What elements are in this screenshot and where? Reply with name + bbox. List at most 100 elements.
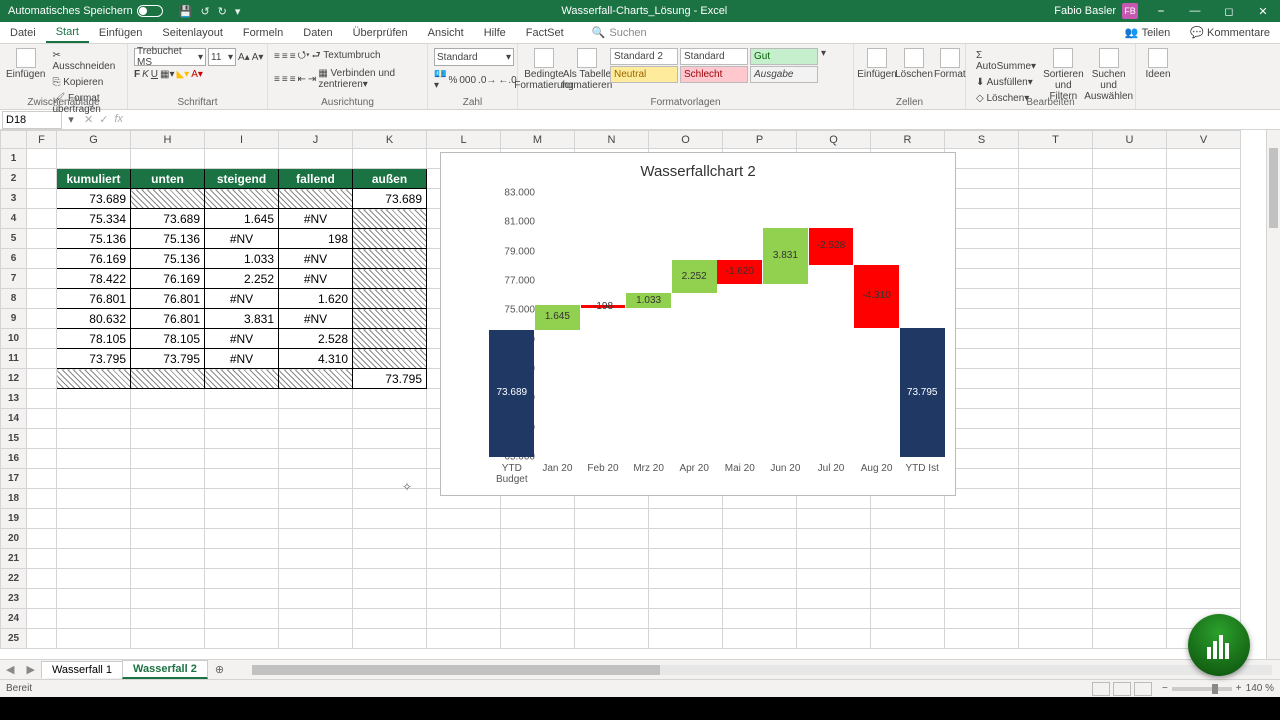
cell-U15[interactable] xyxy=(1093,429,1167,449)
cell-H1[interactable] xyxy=(131,149,205,169)
cell-F22[interactable] xyxy=(27,569,57,589)
cell-H25[interactable] xyxy=(131,629,205,649)
col-header-U[interactable]: U xyxy=(1093,131,1167,149)
cell-U18[interactable] xyxy=(1093,489,1167,509)
currency-icon[interactable]: 💶▾ xyxy=(434,69,446,91)
format-cells-button[interactable]: Format xyxy=(934,48,966,80)
cell-U22[interactable] xyxy=(1093,569,1167,589)
cell-G4[interactable]: 75.334 xyxy=(57,209,131,229)
cell-H7[interactable]: 76.169 xyxy=(131,269,205,289)
cell-F3[interactable] xyxy=(27,189,57,209)
tab-nav-next-icon[interactable]: ▶ xyxy=(20,663,40,676)
cell-Q23[interactable] xyxy=(797,589,871,609)
cell-U3[interactable] xyxy=(1093,189,1167,209)
cell-O22[interactable] xyxy=(649,569,723,589)
comments-button[interactable]: 💬Kommentare xyxy=(1180,22,1280,43)
cell-N22[interactable] xyxy=(575,569,649,589)
tab-start[interactable]: Start xyxy=(46,22,89,43)
cell-F11[interactable] xyxy=(27,349,57,369)
cell-K20[interactable] xyxy=(353,529,427,549)
align-left-icon[interactable]: ≡ xyxy=(274,74,280,85)
cell-T16[interactable] xyxy=(1019,449,1093,469)
cell-U21[interactable] xyxy=(1093,549,1167,569)
cell-T17[interactable] xyxy=(1019,469,1093,489)
cell-Q25[interactable] xyxy=(797,629,871,649)
indent-increase-icon[interactable]: ⇥ xyxy=(308,74,316,85)
cell-F9[interactable] xyxy=(27,309,57,329)
cell-V17[interactable] xyxy=(1167,469,1241,489)
cell-G21[interactable] xyxy=(57,549,131,569)
cell-K13[interactable] xyxy=(353,389,427,409)
cell-M21[interactable] xyxy=(501,549,575,569)
cell-H17[interactable] xyxy=(131,469,205,489)
col-header-Q[interactable]: Q xyxy=(797,131,871,149)
style-standard2[interactable]: Standard 2 xyxy=(610,48,678,65)
cell-K25[interactable] xyxy=(353,629,427,649)
col-header-F[interactable]: F xyxy=(27,131,57,149)
cell-U20[interactable] xyxy=(1093,529,1167,549)
cell-U14[interactable] xyxy=(1093,409,1167,429)
row-header-15[interactable]: 15 xyxy=(1,429,27,449)
tab-nav-prev-icon[interactable]: ◀ xyxy=(0,663,20,676)
cell-F8[interactable] xyxy=(27,289,57,309)
cell-L24[interactable] xyxy=(427,609,501,629)
cell-K9[interactable] xyxy=(353,309,427,329)
cell-F13[interactable] xyxy=(27,389,57,409)
cell-U7[interactable] xyxy=(1093,269,1167,289)
cell-O21[interactable] xyxy=(649,549,723,569)
cell-I20[interactable] xyxy=(205,529,279,549)
cell-J24[interactable] xyxy=(279,609,353,629)
decrease-font-icon[interactable]: A▾ xyxy=(252,52,264,63)
cell-M20[interactable] xyxy=(501,529,575,549)
cell-T18[interactable] xyxy=(1019,489,1093,509)
col-header-P[interactable]: P xyxy=(723,131,797,149)
cell-G10[interactable]: 78.105 xyxy=(57,329,131,349)
vertical-scrollbar[interactable] xyxy=(1266,130,1280,659)
sheet-tab-wasserfall2[interactable]: Wasserfall 2 xyxy=(122,660,208,679)
cell-G5[interactable]: 75.136 xyxy=(57,229,131,249)
cell-I10[interactable]: #NV xyxy=(205,329,279,349)
cell-T21[interactable] xyxy=(1019,549,1093,569)
cell-V11[interactable] xyxy=(1167,349,1241,369)
cell-O23[interactable] xyxy=(649,589,723,609)
cell-J9[interactable]: #NV xyxy=(279,309,353,329)
cell-U24[interactable] xyxy=(1093,609,1167,629)
cell-U11[interactable] xyxy=(1093,349,1167,369)
cell-H10[interactable]: 78.105 xyxy=(131,329,205,349)
scrollbar-thumb[interactable] xyxy=(1269,148,1278,228)
save-icon[interactable]: 💾 xyxy=(179,5,193,18)
cell-U10[interactable] xyxy=(1093,329,1167,349)
cell-F16[interactable] xyxy=(27,449,57,469)
col-header-O[interactable]: O xyxy=(649,131,723,149)
row-header-2[interactable]: 2 xyxy=(1,169,27,189)
cell-T8[interactable] xyxy=(1019,289,1093,309)
cell-I13[interactable] xyxy=(205,389,279,409)
cell-F24[interactable] xyxy=(27,609,57,629)
fill-color-button[interactable]: ◣▾ xyxy=(176,69,189,80)
cell-K4[interactable] xyxy=(353,209,427,229)
row-header-5[interactable]: 5 xyxy=(1,229,27,249)
ribbon-options-icon[interactable]: ⎯ xyxy=(1144,0,1178,22)
cell-K11[interactable] xyxy=(353,349,427,369)
cell-J15[interactable] xyxy=(279,429,353,449)
cell-J6[interactable]: #NV xyxy=(279,249,353,269)
cell-H24[interactable] xyxy=(131,609,205,629)
cell-P21[interactable] xyxy=(723,549,797,569)
cell-V5[interactable] xyxy=(1167,229,1241,249)
cell-I18[interactable] xyxy=(205,489,279,509)
cell-P19[interactable] xyxy=(723,509,797,529)
cell-V14[interactable] xyxy=(1167,409,1241,429)
cell-F5[interactable] xyxy=(27,229,57,249)
cell-L21[interactable] xyxy=(427,549,501,569)
cell-I1[interactable] xyxy=(205,149,279,169)
cell-G20[interactable] xyxy=(57,529,131,549)
increase-decimal-icon[interactable]: .0→ xyxy=(478,75,496,86)
cell-K7[interactable] xyxy=(353,269,427,289)
cell-J18[interactable] xyxy=(279,489,353,509)
cell-I17[interactable] xyxy=(205,469,279,489)
cell-H20[interactable] xyxy=(131,529,205,549)
cell-I4[interactable]: 1.645 xyxy=(205,209,279,229)
qat-dropdown-icon[interactable]: ▾ xyxy=(235,5,241,18)
align-middle-icon[interactable]: ≡ xyxy=(282,51,288,62)
tab-hilfe[interactable]: Hilfe xyxy=(474,22,516,43)
